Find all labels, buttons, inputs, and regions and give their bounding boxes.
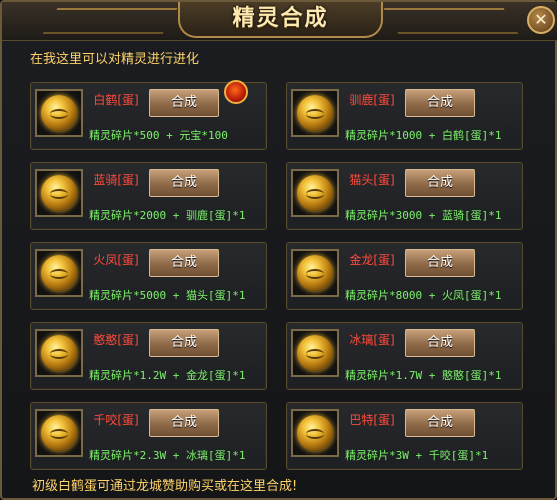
synthesize-button[interactable]: 合成: [405, 89, 475, 117]
egg-card-4: 猫头[蛋] 合成 精灵碎片*3000 + 蓝骑[蛋]*1: [286, 162, 523, 230]
synthesis-panel: 精灵合成 ✕ 在我这里可以对精灵进行进化 白鹤[蛋] 合成 精灵碎片*500 +…: [0, 0, 557, 500]
egg-name: 蓝骑[蛋]: [93, 173, 139, 187]
recipe-text: 精灵碎片*3000 + 蓝骑[蛋]*1: [345, 209, 502, 222]
notification-orb-icon: [224, 80, 248, 104]
egg-card-3: 蓝骑[蛋] 合成 精灵碎片*2000 + 驯鹿[蛋]*1: [30, 162, 267, 230]
egg-icon: [41, 335, 77, 371]
egg-card-10: 巴特[蛋] 合成 精灵碎片*3W + 千咬[蛋]*1: [286, 402, 523, 470]
synthesize-button[interactable]: 合成: [149, 169, 219, 197]
egg-card-6: 金龙[蛋] 合成 精灵碎片*8000 + 火凤[蛋]*1: [286, 242, 523, 310]
recipe-text: 精灵碎片*2.3W + 冰璃[蛋]*1: [89, 449, 246, 462]
title-plate: 精灵合成: [178, 2, 383, 38]
intro-text: 在我这里可以对精灵进行进化: [30, 52, 200, 67]
footer-hint: 初级白鹤蛋可通过龙城赞助购买或在这里合成!: [32, 479, 298, 494]
egg-card-5: 火凤[蛋] 合成 精灵碎片*5000 + 猫头[蛋]*1: [30, 242, 267, 310]
egg-slot[interactable]: [35, 329, 83, 377]
egg-slot[interactable]: [35, 89, 83, 137]
recipe-text: 精灵碎片*2000 + 驯鹿[蛋]*1: [89, 209, 246, 222]
header-ornament-right: [383, 8, 519, 34]
synthesize-button[interactable]: 合成: [405, 409, 475, 437]
egg-icon: [297, 415, 333, 451]
egg-icon: [297, 335, 333, 371]
recipe-text: 精灵碎片*1.7W + 憨憨[蛋]*1: [345, 369, 502, 382]
egg-name: 千咬[蛋]: [93, 413, 139, 427]
header-ornament-left: [42, 8, 178, 34]
egg-card-7: 憨憨[蛋] 合成 精灵碎片*1.2W + 金龙[蛋]*1: [30, 322, 267, 390]
egg-slot[interactable]: [35, 409, 83, 457]
recipe-text: 精灵碎片*3W + 千咬[蛋]*1: [345, 449, 489, 462]
egg-icon: [297, 95, 333, 131]
egg-slot[interactable]: [291, 409, 339, 457]
recipe-text: 精灵碎片*1000 + 白鹤[蛋]*1: [345, 129, 502, 142]
egg-slot[interactable]: [291, 329, 339, 377]
egg-name: 金龙[蛋]: [349, 253, 395, 267]
egg-slot[interactable]: [291, 169, 339, 217]
panel-header: 精灵合成 ✕: [2, 2, 557, 41]
egg-icon: [41, 415, 77, 451]
synthesize-button[interactable]: 合成: [149, 89, 219, 117]
egg-name: 火凤[蛋]: [93, 253, 139, 267]
egg-slot[interactable]: [291, 249, 339, 297]
egg-card-9: 千咬[蛋] 合成 精灵碎片*2.3W + 冰璃[蛋]*1: [30, 402, 267, 470]
egg-name: 憨憨[蛋]: [93, 333, 139, 347]
synthesize-button[interactable]: 合成: [149, 409, 219, 437]
egg-card-2: 驯鹿[蛋] 合成 精灵碎片*1000 + 白鹤[蛋]*1: [286, 82, 523, 150]
panel-title: 精灵合成: [232, 6, 329, 31]
egg-slot[interactable]: [35, 249, 83, 297]
synthesize-button[interactable]: 合成: [149, 329, 219, 357]
egg-slot[interactable]: [35, 169, 83, 217]
egg-icon: [297, 175, 333, 211]
synthesize-button[interactable]: 合成: [405, 249, 475, 277]
egg-name: 驯鹿[蛋]: [349, 93, 395, 107]
egg-slot[interactable]: [291, 89, 339, 137]
egg-icon: [41, 175, 77, 211]
synthesize-button[interactable]: 合成: [405, 169, 475, 197]
recipe-text: 精灵碎片*1.2W + 金龙[蛋]*1: [89, 369, 246, 382]
recipe-text: 精灵碎片*5000 + 猫头[蛋]*1: [89, 289, 246, 302]
egg-icon: [41, 95, 77, 131]
egg-card-8: 冰璃[蛋] 合成 精灵碎片*1.7W + 憨憨[蛋]*1: [286, 322, 523, 390]
synthesize-button[interactable]: 合成: [405, 329, 475, 357]
egg-name: 白鹤[蛋]: [93, 93, 139, 107]
recipe-text: 精灵碎片*500 + 元宝*100: [89, 129, 228, 142]
egg-icon: [297, 255, 333, 291]
egg-icon: [41, 255, 77, 291]
egg-name: 巴特[蛋]: [349, 413, 395, 427]
recipe-text: 精灵碎片*8000 + 火凤[蛋]*1: [345, 289, 502, 302]
synthesize-button[interactable]: 合成: [149, 249, 219, 277]
egg-name: 冰璃[蛋]: [349, 333, 395, 347]
egg-name: 猫头[蛋]: [349, 173, 395, 187]
close-button[interactable]: ✕: [527, 6, 555, 34]
